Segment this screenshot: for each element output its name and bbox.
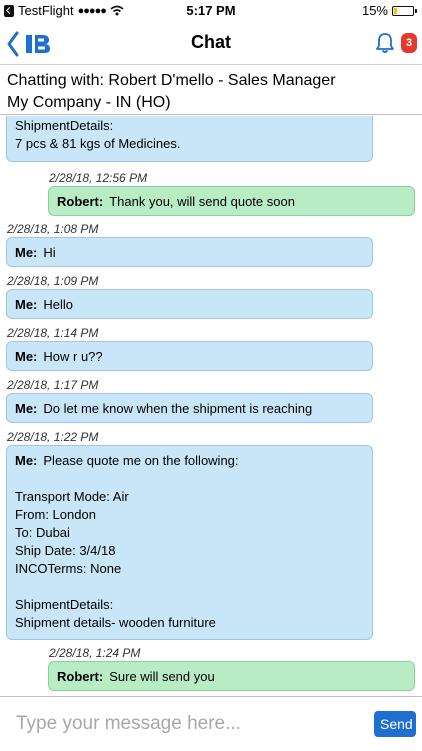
- message-line: From: London: [15, 507, 96, 522]
- message-timestamp: 2/28/18, 1:09 PM: [7, 274, 99, 288]
- message-bubble: Me: Hello: [6, 289, 373, 319]
- battery-icon: [392, 5, 417, 16]
- chatting-with-label: Chatting with: Robert D'mello - Sales Ma…: [7, 72, 336, 89]
- message-line: [15, 470, 364, 488]
- message-text: Please quote me on the following:: [43, 453, 239, 468]
- battery-percent: 15%: [361, 3, 388, 18]
- message-input[interactable]: [14, 707, 358, 741]
- bell-icon[interactable]: [374, 32, 396, 54]
- message-text: Hello: [43, 297, 74, 312]
- message-sender: Robert:: [57, 194, 104, 209]
- message-timestamp: 2/28/18, 1:17 PM: [7, 378, 99, 392]
- status-bar: TestFlight ●●●●● 5:17 PM 15%: [0, 0, 422, 22]
- navigation-bar: Chat 3: [0, 22, 422, 65]
- message-bubble: Me: Please quote me on the following: Tra…: [6, 445, 373, 640]
- message-sender: Me:: [15, 245, 38, 260]
- notification-badge[interactable]: 3: [401, 33, 417, 53]
- message-timestamp: 2/28/18, 1:08 PM: [7, 222, 99, 236]
- message-line: ShipmentDetails:: [15, 118, 114, 133]
- message-line: 7 pcs & 81 kgs of Medicines.: [15, 136, 181, 151]
- message-bubble: Robert: Sure will send you: [48, 661, 415, 691]
- message-timestamp: 2/28/18, 1:14 PM: [7, 326, 99, 340]
- message-timestamp: 2/28/18, 12:56 PM: [49, 171, 148, 185]
- status-right: 15%: [361, 3, 417, 18]
- message-sender: Me:: [15, 453, 38, 468]
- message-composer: Send: [0, 696, 422, 751]
- message-text: How r u??: [43, 349, 103, 364]
- company-label: My Company - IN (HO): [7, 94, 171, 111]
- message-list[interactable]: ShipmentDetails: 7 pcs & 81 kgs of Medic…: [0, 116, 422, 696]
- message-sender: Me:: [15, 297, 38, 312]
- message-bubble: Robert: Thank you, will send quote soon: [48, 186, 415, 216]
- message-timestamp: 2/28/18, 1:22 PM: [7, 430, 99, 444]
- message-line: Shipment details- wooden furniture: [15, 615, 216, 630]
- message-line: INCOTerms: None: [15, 561, 122, 576]
- message-text: Do let me know when the shipment is reac…: [43, 401, 313, 416]
- message-line: Ship Date: 3/4/18: [15, 543, 116, 558]
- send-button[interactable]: Send: [374, 711, 416, 737]
- message-line: ShipmentDetails:: [15, 597, 114, 612]
- message-line: Transport Mode: Air: [15, 489, 129, 504]
- message-sender: Robert:: [57, 669, 104, 684]
- message-sender: Me:: [15, 401, 38, 416]
- message-line: To: Dubai: [15, 525, 70, 540]
- chat-header: Chatting with: Robert D'mello - Sales Ma…: [0, 65, 422, 115]
- message-sender: Me:: [15, 349, 38, 364]
- message-bubble: Me: Hi: [6, 237, 373, 267]
- page-title: Chat: [191, 32, 231, 52]
- message-bubble: Me: Do let me know when the shipment is r…: [6, 393, 373, 423]
- message-text: Hi: [43, 245, 56, 260]
- message-text: Sure will send you: [109, 669, 215, 684]
- message-bubble: ShipmentDetails: 7 pcs & 81 kgs of Medic…: [6, 116, 373, 162]
- message-text: Thank you, will send quote soon: [109, 194, 295, 209]
- status-time: 5:17 PM: [186, 3, 236, 18]
- message-bubble: Me: How r u??: [6, 341, 373, 371]
- message-line: [15, 578, 364, 596]
- message-timestamp: 2/28/18, 1:24 PM: [49, 646, 141, 660]
